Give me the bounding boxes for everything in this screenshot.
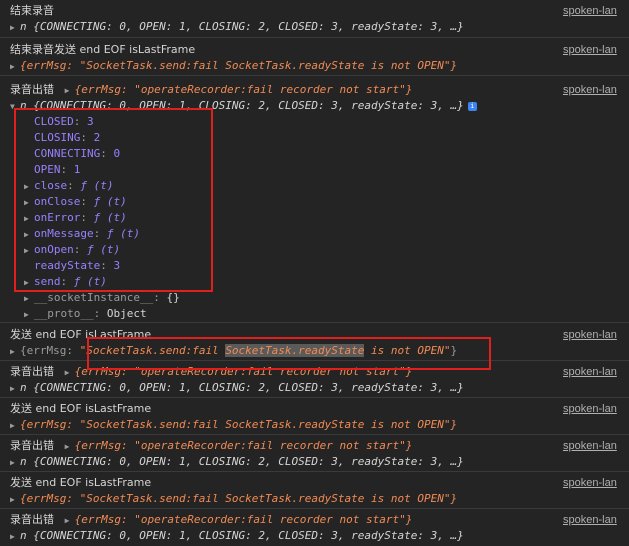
triangle-right-icon[interactable]: ▶ — [10, 418, 20, 434]
triangle-right-icon[interactable]: ▶ — [24, 307, 34, 323]
object-summary: {errMsg: "SocketTask.send:fail SocketTas… — [20, 418, 458, 431]
triangle-right-icon[interactable]: ▶ — [10, 529, 20, 545]
object-preview[interactable]: ▶ {errMsg: "SocketTask.send:fail SocketTa… — [10, 58, 629, 74]
property-row[interactable]: ▶ send: ƒ (t) — [10, 274, 629, 290]
object-summary: n {CONNECTING: 0, OPEN: 1, CLOSING: 2, C… — [20, 381, 464, 394]
property-row[interactable]: ▶ onMessage: ƒ (t) — [10, 226, 629, 242]
property-row[interactable]: ▶ onError: ƒ (t) — [10, 210, 629, 226]
property-row[interactable]: ▶ onOpen: ƒ (t) — [10, 242, 629, 258]
triangle-right-icon[interactable]: ▶ — [10, 344, 20, 360]
log-message: 录音出错 — [10, 83, 54, 96]
property-row[interactable]: ▶ close: ƒ (t) — [10, 178, 629, 194]
log-message: 结束录音 — [10, 4, 54, 17]
triangle-right-icon[interactable]: ▶ — [65, 513, 75, 529]
triangle-right-icon[interactable]: ▶ — [10, 492, 20, 508]
log-entry: 结束录音 spoken-lan ▶ n {CONNECTING: 0, OPEN:… — [0, 0, 629, 38]
object-preview[interactable]: ▶ n {CONNECTING: 0, OPEN: 1, CLOSING: 2, … — [10, 19, 629, 35]
triangle-down-icon[interactable]: ▼ — [10, 99, 20, 115]
triangle-right-icon[interactable]: ▶ — [10, 20, 20, 36]
property-row: CLOSING: 2 — [34, 131, 101, 144]
source-link[interactable]: spoken-lan — [563, 327, 629, 343]
triangle-right-icon[interactable]: ▶ — [65, 365, 75, 381]
triangle-right-icon[interactable]: ▶ — [24, 275, 34, 291]
source-link[interactable]: spoken-lan — [563, 438, 629, 454]
triangle-right-icon[interactable]: ▶ — [10, 455, 20, 471]
log-entry-expanded: 录音出错 ▶ {errMsg: "operateRecorder:fail rec… — [0, 76, 629, 323]
log-message: 录音出错 — [10, 365, 54, 378]
property-row: CLOSED: 3 — [34, 115, 94, 128]
log-message: 发送 end EOF isLastFrame — [10, 476, 152, 489]
source-link[interactable]: spoken-lan — [563, 475, 629, 491]
object-preview[interactable]: ▶ n {CONNECTING: 0, OPEN: 1, CLOSING: 2, … — [10, 528, 629, 544]
devtools-console: 结束录音 spoken-lan ▶ n {CONNECTING: 0, OPEN:… — [0, 0, 629, 542]
object-summary: n {CONNECTING: 0, OPEN: 1, CLOSING: 2, C… — [20, 99, 464, 112]
property-row: readyState: 3 — [34, 259, 121, 272]
triangle-right-icon[interactable]: ▶ — [65, 83, 75, 99]
log-entry: 发送 end EOF isLastFrame spoken-lan ▶ {errM… — [0, 323, 629, 361]
triangle-right-icon[interactable]: ▶ — [24, 291, 34, 307]
log-entry: 录音出错 ▶ {errMsg: "operateRecorder:fail rec… — [0, 509, 629, 546]
log-message: 录音出错 — [10, 513, 54, 526]
object-preview[interactable]: ▶ {errMsg: "SocketTask.send:fail SocketTa… — [10, 417, 629, 433]
inline-object: {errMsg: "operateRecorder:fail recorder … — [74, 513, 413, 526]
inline-object: {errMsg: "operateRecorder:fail recorder … — [74, 365, 413, 378]
log-message: 发送 end EOF isLastFrame — [10, 328, 152, 341]
source-link[interactable]: spoken-lan — [563, 42, 629, 58]
triangle-right-icon[interactable]: ▶ — [24, 227, 34, 243]
object-preview[interactable]: ▶ {errMsg: "SocketTask.send:fail SocketTa… — [10, 343, 629, 359]
source-link[interactable]: spoken-lan — [563, 512, 629, 528]
property-row: CONNECTING: 0 — [34, 147, 121, 160]
object-summary: {errMsg: "SocketTask.send:fail SocketTas… — [20, 59, 458, 72]
log-entry: 录音出错 ▶ {errMsg: "operateRecorder:fail rec… — [0, 435, 629, 472]
source-link[interactable]: spoken-lan — [563, 401, 629, 417]
triangle-right-icon[interactable]: ▶ — [65, 439, 75, 455]
object-summary: n {CONNECTING: 0, OPEN: 1, CLOSING: 2, C… — [20, 529, 464, 542]
triangle-right-icon[interactable]: ▶ — [24, 211, 34, 227]
log-message: 发送 end EOF isLastFrame — [10, 402, 152, 415]
log-entry: 发送 end EOF isLastFrame spoken-lan ▶ {errM… — [0, 472, 629, 509]
inline-object: {errMsg: "operateRecorder:fail recorder … — [74, 439, 413, 452]
source-link[interactable]: spoken-lan — [563, 82, 629, 98]
source-link[interactable]: spoken-lan — [563, 3, 629, 19]
object-preview[interactable]: ▼ n {CONNECTING: 0, OPEN: 1, CLOSING: 2, … — [10, 98, 629, 114]
object-summary: {errMsg: "SocketTask.send:fail SocketTas… — [20, 492, 458, 505]
property-row[interactable]: ▶ __socketInstance__: {} — [10, 290, 629, 306]
object-summary: n {CONNECTING: 0, OPEN: 1, CLOSING: 2, C… — [20, 20, 464, 33]
log-message: 录音出错 — [10, 439, 54, 452]
property-row[interactable]: ▶ __proto__: Object — [10, 306, 629, 322]
property-row: OPEN: 1 — [34, 163, 81, 176]
object-preview[interactable]: ▶ n {CONNECTING: 0, OPEN: 1, CLOSING: 2, … — [10, 454, 629, 470]
log-message: 结束录音发送 end EOF isLastFrame — [10, 43, 196, 56]
triangle-right-icon[interactable]: ▶ — [24, 243, 34, 259]
info-badge-icon[interactable]: i — [467, 101, 477, 111]
triangle-right-icon[interactable]: ▶ — [10, 59, 20, 75]
triangle-right-icon[interactable]: ▶ — [24, 179, 34, 195]
triangle-right-icon[interactable]: ▶ — [10, 381, 20, 397]
inline-object: {errMsg: "operateRecorder:fail recorder … — [74, 83, 413, 96]
triangle-right-icon[interactable]: ▶ — [24, 195, 34, 211]
log-entry: 录音出错 ▶ {errMsg: "operateRecorder:fail rec… — [0, 361, 629, 398]
source-link[interactable]: spoken-lan — [563, 364, 629, 380]
property-row[interactable]: ▶ onClose: ƒ (t) — [10, 194, 629, 210]
object-preview[interactable]: ▶ {errMsg: "SocketTask.send:fail SocketTa… — [10, 491, 629, 507]
log-entry: 结束录音发送 end EOF isLastFrame spoken-lan ▶{… — [0, 38, 629, 76]
object-summary: n {CONNECTING: 0, OPEN: 1, CLOSING: 2, C… — [20, 455, 464, 468]
object-preview[interactable]: ▶ n {CONNECTING: 0, OPEN: 1, CLOSING: 2, … — [10, 380, 629, 396]
highlighted-text: SocketTask.readyState — [225, 344, 365, 357]
log-entry: 发送 end EOF isLastFrame spoken-lan ▶ {errM… — [0, 398, 629, 435]
